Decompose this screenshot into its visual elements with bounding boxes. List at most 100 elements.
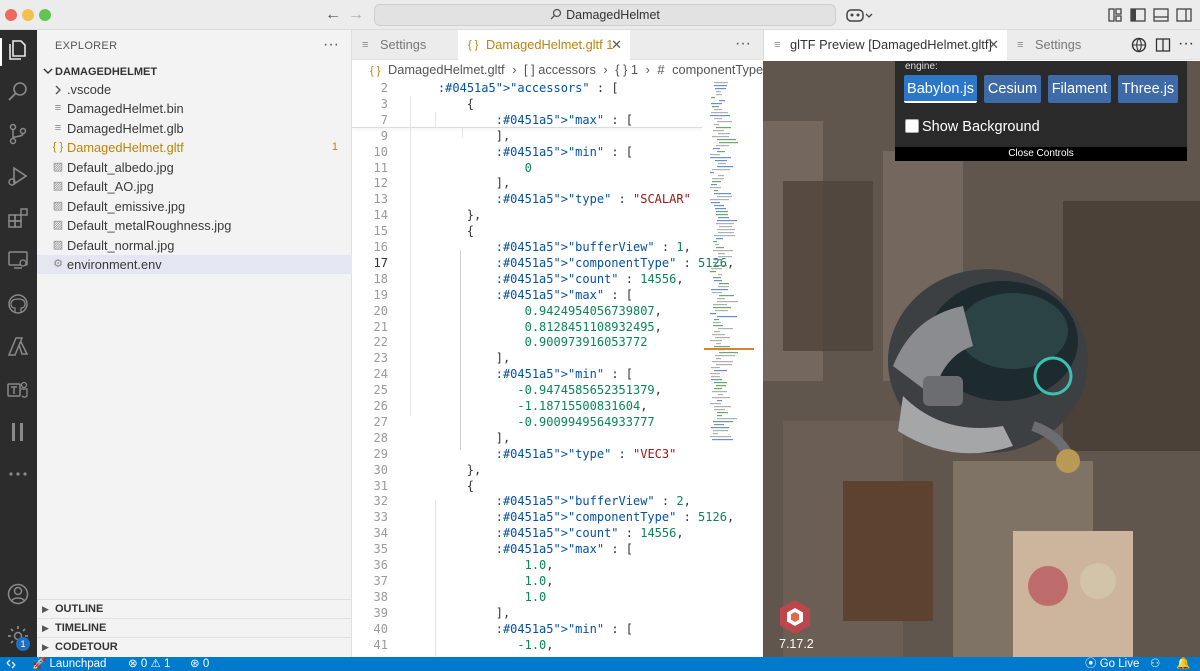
engine-filament-button[interactable]: Filament: [1048, 75, 1111, 103]
problems-item[interactable]: ⊗ 0 ⚠ 1: [128, 657, 170, 671]
close-window-button[interactable]: [5, 9, 17, 21]
tree-item-gltf[interactable]: { } DamagedHelmet.gltf 1: [37, 138, 352, 157]
minimap[interactable]: [702, 80, 757, 460]
code-line[interactable]: 40 :#0451a5">"min" : [: [352, 621, 712, 637]
tree-item-vscode[interactable]: .vscode: [37, 80, 352, 99]
azure-icon[interactable]: [6, 335, 30, 359]
source-control-icon[interactable]: [6, 122, 30, 146]
close-tab-icon[interactable]: ✕: [988, 30, 999, 60]
notifications-bell-icon[interactable]: 🔔: [1176, 657, 1190, 671]
toggle-secondary-sidebar-icon[interactable]: [1176, 7, 1192, 23]
tree-item-bin[interactable]: ≡ DamagedHelmet.bin: [37, 99, 352, 118]
code-line[interactable]: 29 :#0451a5">"type" : "VEC3": [352, 446, 712, 462]
back-arrow-icon[interactable]: ←: [323, 5, 343, 25]
copilot-icon[interactable]: [846, 7, 874, 23]
code-line[interactable]: 20 0.9424954056739807,: [352, 303, 712, 319]
code-line[interactable]: 30 },: [352, 462, 712, 478]
account-icon[interactable]: [6, 582, 30, 606]
code-line[interactable]: 2 :#0451a5">"accessors" : [: [352, 80, 712, 96]
code-line[interactable]: 38 1.0: [352, 589, 712, 605]
code-line[interactable]: 9 ],: [352, 128, 712, 144]
breadcrumb-accessors[interactable]: [ ] accessors: [524, 62, 596, 77]
code-line[interactable]: 12 ],: [352, 175, 712, 191]
code-line[interactable]: 11 0: [352, 160, 712, 176]
close-tab-icon[interactable]: ✕: [611, 30, 622, 60]
code-line[interactable]: 28 ],: [352, 430, 712, 446]
teams-icon[interactable]: [6, 378, 30, 402]
engine-threejs-button[interactable]: Three.js: [1118, 75, 1178, 103]
github-icon[interactable]: [6, 292, 30, 316]
command-center-search[interactable]: DamagedHelmet: [374, 4, 836, 26]
timeline-section[interactable]: ▶ TIMELINE: [37, 618, 352, 637]
code-line[interactable]: 14 },: [352, 207, 712, 223]
workspace-folder-header[interactable]: DAMAGEDHELMET: [37, 62, 352, 82]
ports-item[interactable]: ⊛ 0: [190, 657, 209, 671]
tree-item-albedo[interactable]: ▨ Default_albedo.jpg: [37, 158, 352, 177]
code-line[interactable]: 33 :#0451a5">"componentType" : 5126,: [352, 509, 735, 525]
launchpad-item[interactable]: 🚀 Launchpad: [32, 657, 106, 671]
code-line[interactable]: 22 0.900973916053772: [352, 334, 712, 350]
code-line[interactable]: 34 :#0451a5">"count" : 14556,: [352, 525, 712, 541]
code-line[interactable]: 36 1.0,: [352, 557, 712, 573]
split-editor-icon[interactable]: [1155, 37, 1171, 53]
close-controls-button[interactable]: Close Controls: [895, 147, 1187, 161]
toggle-primary-sidebar-icon[interactable]: [1130, 7, 1146, 23]
tab-settings[interactable]: ≡ Settings: [352, 30, 458, 60]
code-line[interactable]: 27 -0.9009949564933777: [352, 414, 712, 430]
code-line[interactable]: 15 {: [352, 223, 712, 239]
tree-item-emissive[interactable]: ▨ Default_emissive.jpg: [37, 197, 352, 216]
minimize-window-button[interactable]: [22, 9, 34, 21]
tree-item-normal[interactable]: ▨ Default_normal.jpg: [37, 236, 352, 255]
gltf-preview-viewport[interactable]: engine: Babylon.js Cesium Filament Three…: [763, 61, 1200, 657]
run-debug-icon[interactable]: [6, 164, 30, 188]
codetour-section[interactable]: ▶ CODETOUR: [37, 637, 352, 656]
tree-item-metalroughness[interactable]: ▨ Default_metalRoughness.jpg: [37, 216, 352, 235]
tree-item-ao[interactable]: ▨ Default_AO.jpg: [37, 177, 352, 196]
code-line[interactable]: 13 :#0451a5">"type" : "SCALAR": [352, 191, 712, 207]
code-line[interactable]: 16 :#0451a5">"bufferView" : 1,: [352, 239, 712, 255]
engine-cesium-button[interactable]: Cesium: [984, 75, 1041, 103]
customize-layout-icon[interactable]: [1108, 8, 1122, 22]
copilot-status-icon[interactable]: ⚇: [1150, 657, 1160, 671]
breadcrumb-item-1[interactable]: { } 1: [615, 62, 638, 77]
tree-item-environment[interactable]: ⚙ environment.env: [37, 255, 352, 274]
code-line[interactable]: 25 -0.9474585652351379,: [352, 382, 712, 398]
code-line[interactable]: 3 {: [352, 96, 712, 112]
tab-damagedhelmet-gltf[interactable]: { } DamagedHelmet.gltf 1 ✕: [458, 30, 630, 60]
code-line[interactable]: 26 -1.18715500831604,: [352, 398, 712, 414]
code-line[interactable]: 18 :#0451a5">"count" : 14556,: [352, 271, 712, 287]
code-line[interactable]: 37 1.0,: [352, 573, 712, 589]
show-background-toggle[interactable]: Show Background: [905, 119, 1040, 135]
search-icon[interactable]: [6, 80, 30, 104]
tab-settings-preview[interactable]: ≡ Settings: [1007, 30, 1107, 60]
breadcrumb-componenttype[interactable]: componentType: [672, 62, 763, 77]
explorer-icon[interactable]: [6, 38, 30, 62]
maximize-window-button[interactable]: [39, 9, 51, 21]
inspector-globe-icon[interactable]: [1131, 37, 1147, 53]
toggle-panel-icon[interactable]: [1153, 7, 1169, 23]
code-line[interactable]: 35 :#0451a5">"max" : [: [352, 541, 712, 557]
code-line[interactable]: 21 0.8128451108932495,: [352, 319, 712, 335]
editor-more-actions-icon[interactable]: ···: [735, 35, 751, 53]
code-line[interactable]: 19 :#0451a5">"max" : [: [352, 287, 712, 303]
code-line[interactable]: 17 :#0451a5">"componentType" : 5126,: [352, 255, 735, 271]
more-views-icon[interactable]: [6, 462, 30, 486]
remote-explorer-icon[interactable]: [6, 248, 30, 272]
code-line[interactable]: 24 :#0451a5">"min" : [: [352, 366, 712, 382]
code-line[interactable]: 23 ],: [352, 350, 712, 366]
code-line[interactable]: 10 :#0451a5">"min" : [: [352, 144, 712, 160]
engine-babylonjs-button[interactable]: Babylon.js: [904, 75, 977, 103]
breadcrumb-file[interactable]: DamagedHelmet.gltf: [388, 62, 505, 77]
preview-more-actions-icon[interactable]: ···: [1178, 35, 1194, 53]
show-background-checkbox[interactable]: [905, 119, 919, 133]
tree-item-glb[interactable]: ≡ DamagedHelmet.glb: [37, 119, 352, 138]
code-line[interactable]: 41 -1.0,: [352, 637, 712, 653]
code-line[interactable]: 32 :#0451a5">"bufferView" : 2,: [352, 493, 712, 509]
sidebar-more-actions[interactable]: ···: [323, 36, 339, 54]
outline-section[interactable]: ▶ OUTLINE: [37, 599, 352, 618]
tab-gltf-preview[interactable]: ≡ glTF Preview [DamagedHelmet.gltf] ✕: [764, 30, 1007, 60]
remote-connection-icon[interactable]: [6, 659, 16, 669]
code-line[interactable]: 31 {: [352, 478, 712, 494]
pause-panels-icon[interactable]: [6, 420, 30, 444]
code-line[interactable]: 39 ],: [352, 605, 712, 621]
